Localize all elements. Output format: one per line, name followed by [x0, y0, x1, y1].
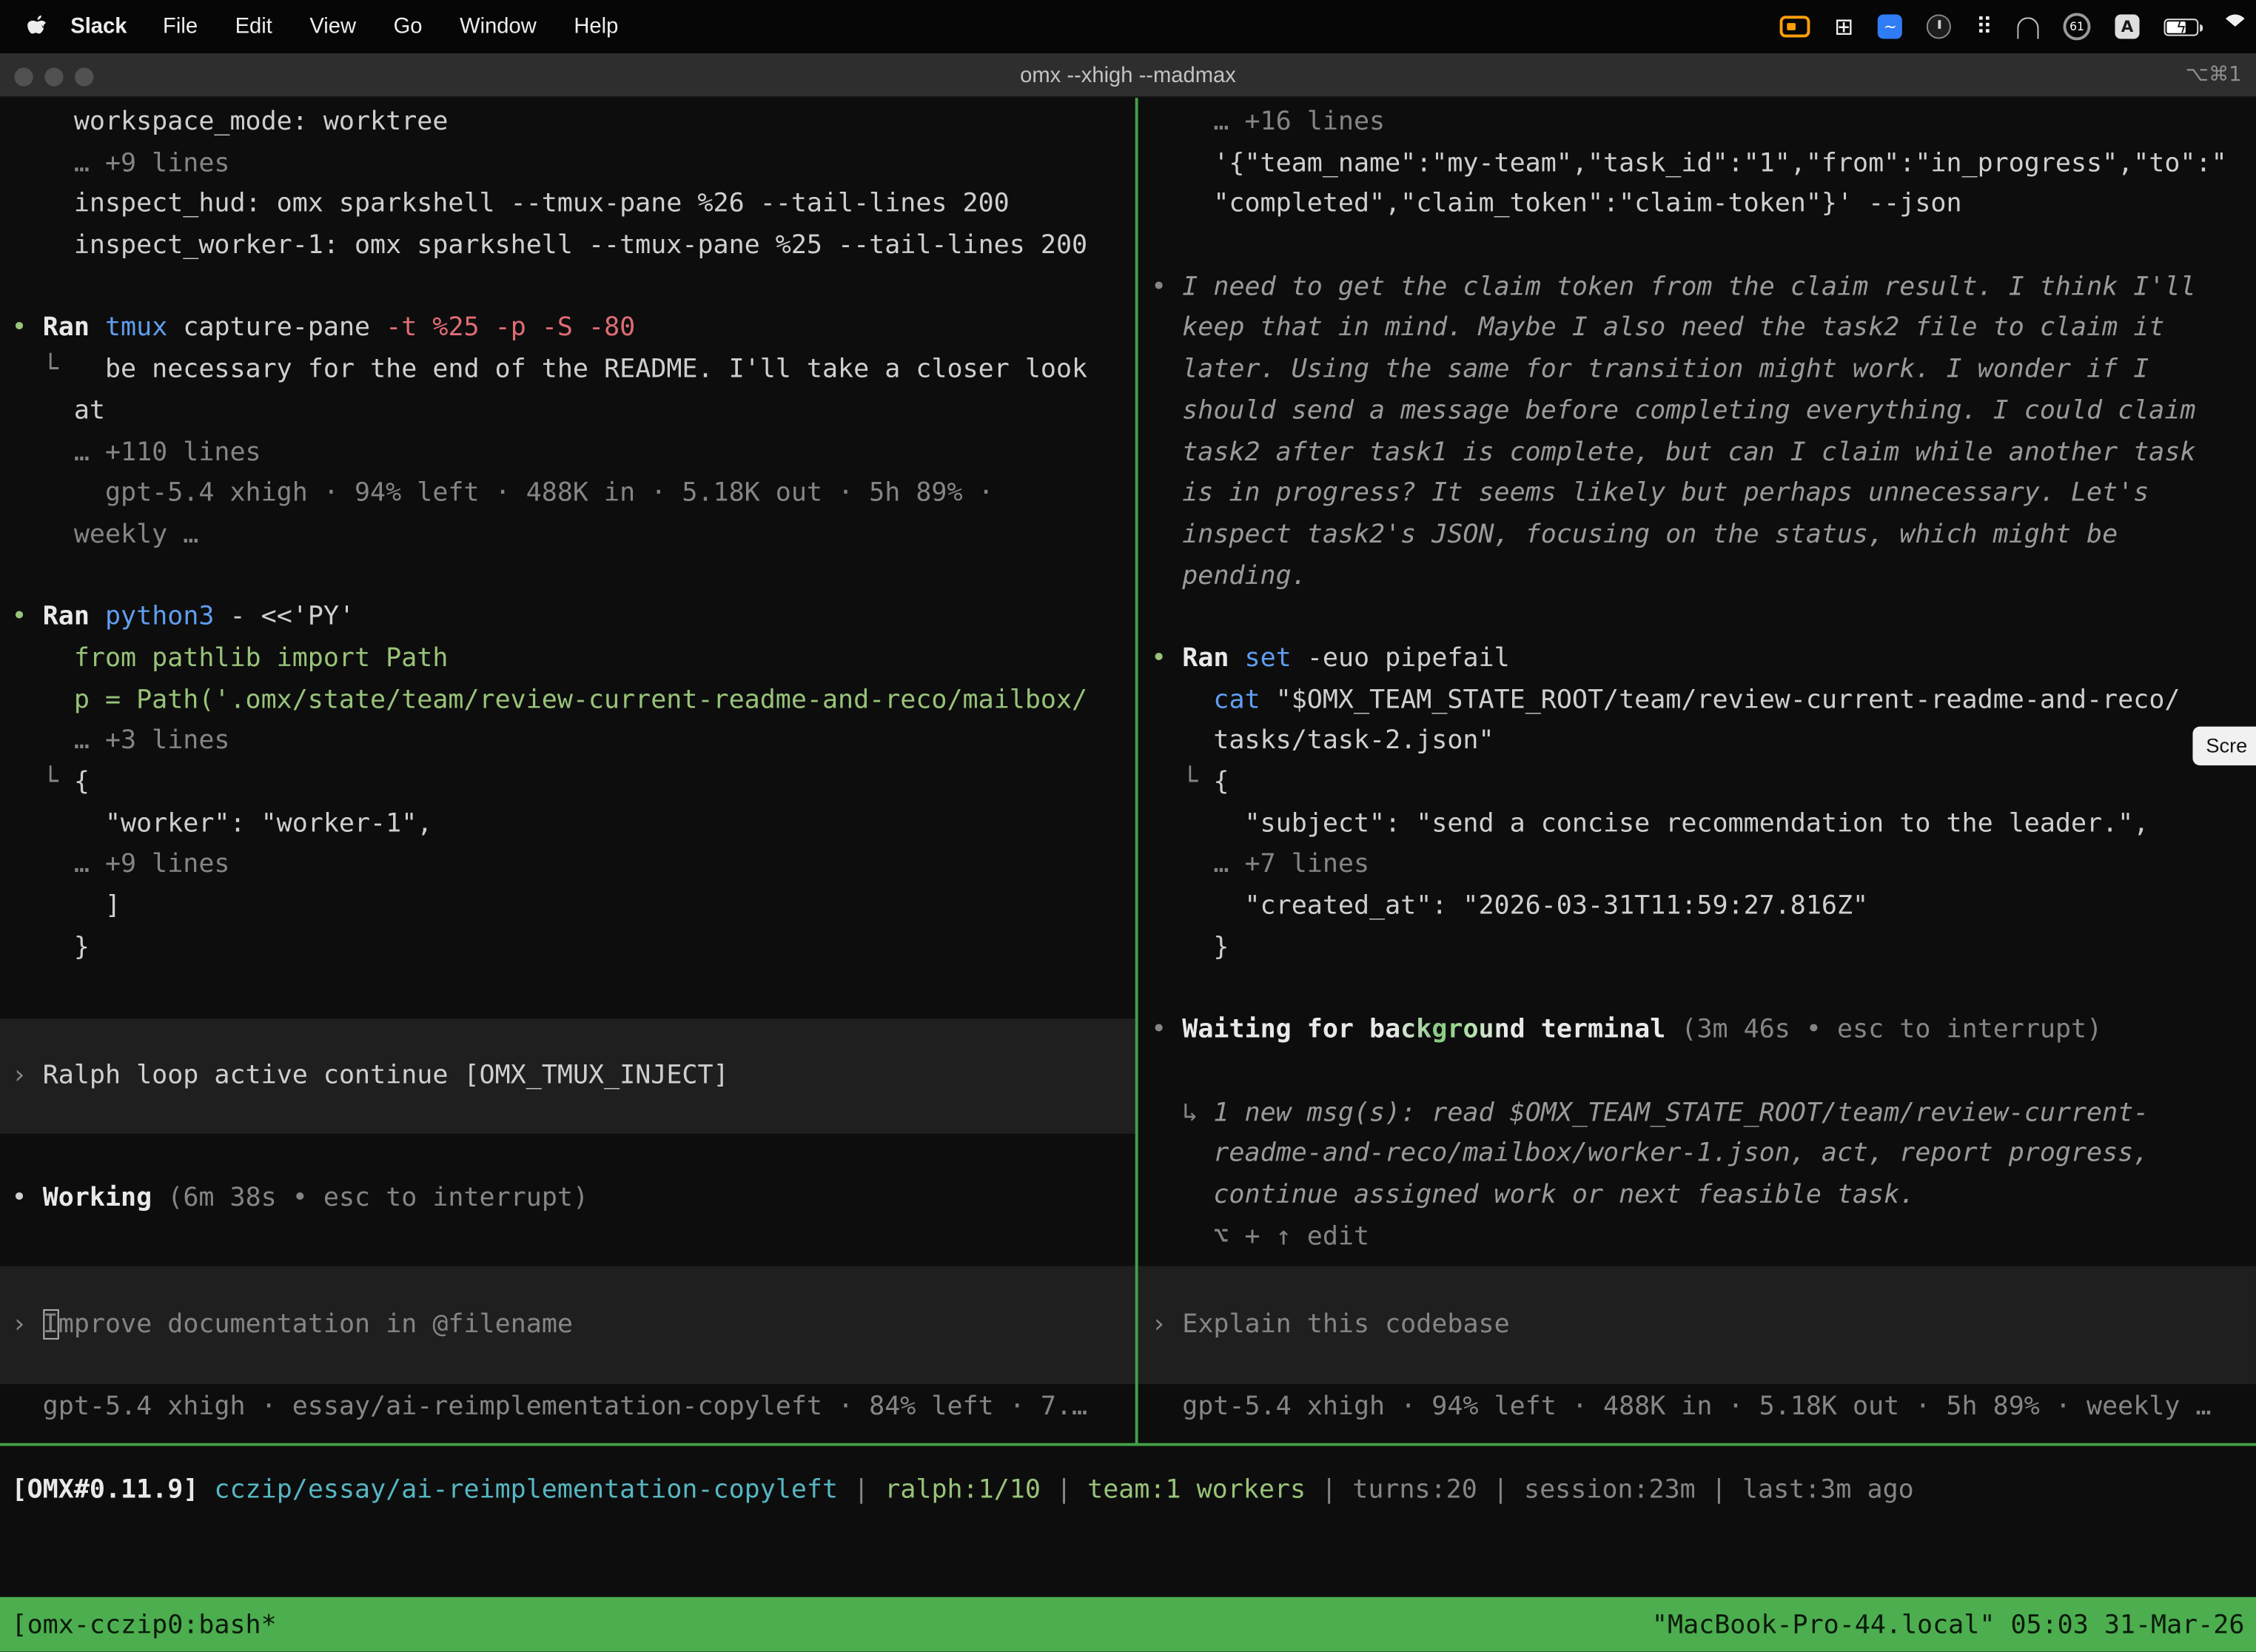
terminal-line	[12, 267, 1135, 309]
minimize-button[interactable]	[44, 67, 63, 85]
zoom-button[interactable]	[75, 67, 93, 85]
terminal-line: "completed","claim_token":"claim-token"}…	[1151, 185, 2256, 226]
window-title: omx --xhigh --madmax	[1020, 63, 1236, 87]
menu-item-edit[interactable]: Edit	[216, 14, 291, 38]
terminal-line: weekly …	[12, 515, 1135, 557]
menu-bar-status-icons: ⊞ ~ ⠿ 61 A ϟ	[1779, 0, 2247, 53]
composer-placeholder: › Explain this codebase	[1138, 1304, 2256, 1346]
terminal-line: is in progress? It seems likely but perh…	[1151, 474, 2256, 515]
terminal-line: gpt-5.4 xhigh · 94% left · 488K in · 5.1…	[12, 474, 1135, 515]
terminal-line: • I need to get the claim token from the…	[1151, 267, 2256, 309]
terminal-line: … +9 lines	[12, 845, 1135, 887]
omx-status-line: [OMX#0.11.9] cczip/essay/ai-reimplementa…	[12, 1471, 1914, 1512]
pane-divider-horizontal[interactable]	[0, 1443, 2256, 1446]
terminal-line: should send a message before completing …	[1151, 391, 2256, 432]
right-model-footer: gpt-5.4 xhigh · 94% left · 488K in · 5.1…	[1151, 1387, 2256, 1428]
menu-item-file[interactable]: File	[144, 14, 217, 38]
menu-bar: Slack File Edit View Go Window Help ⊞ ~ …	[0, 0, 2256, 53]
menu-item-go[interactable]: Go	[375, 14, 440, 38]
terminal-line: continue assigned work or next feasible …	[1151, 1175, 2256, 1217]
right-pane-output: … +16 lines '{"team_name":"my-team","tas…	[1151, 102, 2256, 1258]
terminal-line: • Waiting for background terminal (3m 46…	[1151, 1010, 2256, 1052]
tmux-session-label: [omx-cczip0:bash*	[12, 1609, 277, 1639]
terminal-line	[1151, 226, 2256, 267]
blue-app-icon[interactable]: ~	[1878, 14, 1902, 38]
window-title-bar: omx --xhigh --madmax ⌥⌘1	[0, 53, 2256, 98]
queued-message-band: › Ralph loop active continue [OMX_TMUX_I…	[0, 1018, 1135, 1134]
terminal-line: keep that in mind. Maybe I also need the…	[1151, 309, 2256, 350]
terminal-line: tasks/task-2.json"	[1151, 721, 2256, 762]
terminal-line: └ {	[12, 762, 1135, 804]
terminal-line: cat "$OMX_TEAM_STATE_ROOT/team/review-cu…	[1151, 680, 2256, 722]
terminal-line: readme-and-reco/mailbox/worker-1.json, a…	[1151, 1134, 2256, 1175]
window-shortcut-badge: ⌥⌘1	[2186, 64, 2242, 87]
terminal-line: at	[12, 391, 1135, 432]
clock-app-icon[interactable]	[1927, 14, 1951, 38]
terminal-line: }	[1151, 927, 2256, 969]
battery-icon[interactable]: ϟ	[2164, 18, 2199, 35]
terminal-line: ↳ 1 new msg(s): read $OMX_TEAM_STATE_ROO…	[1151, 1092, 2256, 1134]
screen-recording-indicator-icon[interactable]	[1779, 16, 1810, 37]
terminal: workspace_mode: worktree … +9 lines insp…	[0, 98, 2256, 1597]
terminal-line: "created_at": "2026-03-31T11:59:27.816Z"	[1151, 887, 2256, 928]
queued-message: › Ralph loop active continue [OMX_TMUX_I…	[0, 1055, 1135, 1097]
terminal-line: ]	[12, 887, 1135, 928]
charging-bolt-icon: ϟ	[2166, 18, 2198, 36]
terminal-line: inspect_hud: omx sparkshell --tmux-pane …	[12, 185, 1135, 226]
menu-item-window[interactable]: Window	[441, 14, 555, 38]
terminal-line: inspect task2's JSON, focusing on the st…	[1151, 515, 2256, 557]
terminal-line: └ be necessary for the end of the README…	[12, 350, 1135, 392]
terminal-line: }	[12, 927, 1135, 969]
terminal-line: "worker": "worker-1",	[12, 804, 1135, 845]
pane-divider-vertical[interactable]	[1135, 98, 1138, 1444]
working-status-line: • Working (6m 38s • esc to interrupt)	[12, 1178, 1135, 1220]
wifi-icon[interactable]	[2223, 14, 2247, 38]
input-source-icon[interactable]: A	[2115, 14, 2139, 38]
terminal-line	[1151, 597, 2256, 639]
apple-menu-icon[interactable]	[26, 14, 47, 38]
terminal-line: p = Path('.omx/state/team/review-current…	[12, 680, 1135, 722]
left-composer[interactable]: › Improve documentation in @filename	[0, 1266, 1135, 1384]
tmux-host-clock-label: "MacBook-Pro-44.local" 05:03 31-Mar-26	[1652, 1609, 2245, 1639]
terminal-line: inspect_worker-1: omx sparkshell --tmux-…	[12, 226, 1135, 267]
left-model-footer: gpt-5.4 xhigh · essay/ai-reimplementatio…	[12, 1387, 1135, 1428]
terminal-line: later. Using the same for transition mig…	[1151, 350, 2256, 392]
terminal-line: workspace_mode: worktree	[12, 102, 1135, 144]
terminal-line: pending.	[1151, 556, 2256, 597]
active-app-name[interactable]: Slack	[53, 14, 144, 38]
left-terminal-pane[interactable]: workspace_mode: worktree … +9 lines insp…	[0, 98, 1135, 1444]
terminal-line: ⌥ + ↑ edit	[1151, 1217, 2256, 1258]
battery-gauge-icon[interactable]: 61	[2064, 13, 2091, 40]
terminal-line: … +16 lines	[1151, 102, 2256, 144]
terminal-line: '{"team_name":"my-team","task_id":"1","f…	[1151, 144, 2256, 185]
terminal-line	[12, 556, 1135, 597]
terminal-line: task2 after task1 is complete, but can I…	[1151, 432, 2256, 474]
ghost-app-icon[interactable]	[2017, 17, 2038, 38]
terminal-line: … +110 lines	[12, 432, 1135, 474]
terminal-line: … +7 lines	[1151, 845, 2256, 887]
right-composer[interactable]: › Explain this codebase	[1138, 1266, 2256, 1384]
battery-cap	[2199, 24, 2203, 31]
terminal-line: • Ran python3 - <<'PY'	[12, 597, 1135, 639]
close-button[interactable]	[14, 67, 33, 85]
terminal-line: … +3 lines	[12, 721, 1135, 762]
tmux-status-bar: [omx-cczip0:bash* "MacBook-Pro-44.local"…	[0, 1597, 2256, 1652]
terminal-line: from pathlib import Path	[12, 639, 1135, 680]
menu-item-view[interactable]: View	[291, 14, 375, 38]
screen-control-flyout[interactable]: Scre	[2193, 727, 2256, 765]
screen: Slack File Edit View Go Window Help ⊞ ~ …	[0, 0, 2256, 1652]
terminal-line: └ {	[1151, 762, 2256, 804]
terminal-line: … +9 lines	[12, 144, 1135, 185]
dots-grid-icon[interactable]: ⠿	[1975, 15, 1993, 38]
composer-placeholder: › Improve documentation in @filename	[0, 1304, 1135, 1346]
terminal-line	[1151, 969, 2256, 1010]
left-pane-output: workspace_mode: worktree … +9 lines insp…	[12, 102, 1135, 969]
menu-item-help[interactable]: Help	[555, 14, 637, 38]
grid-icon[interactable]: ⊞	[1834, 15, 1853, 38]
terminal-line: "subject": "send a concise recommendatio…	[1151, 804, 2256, 845]
terminal-line	[1151, 1052, 2256, 1093]
terminal-line: • Ran tmux capture-pane -t %25 -p -S -80	[12, 309, 1135, 350]
terminal-line: • Ran set -euo pipefail	[1151, 639, 2256, 680]
right-terminal-pane[interactable]: … +16 lines '{"team_name":"my-team","tas…	[1138, 98, 2256, 1444]
